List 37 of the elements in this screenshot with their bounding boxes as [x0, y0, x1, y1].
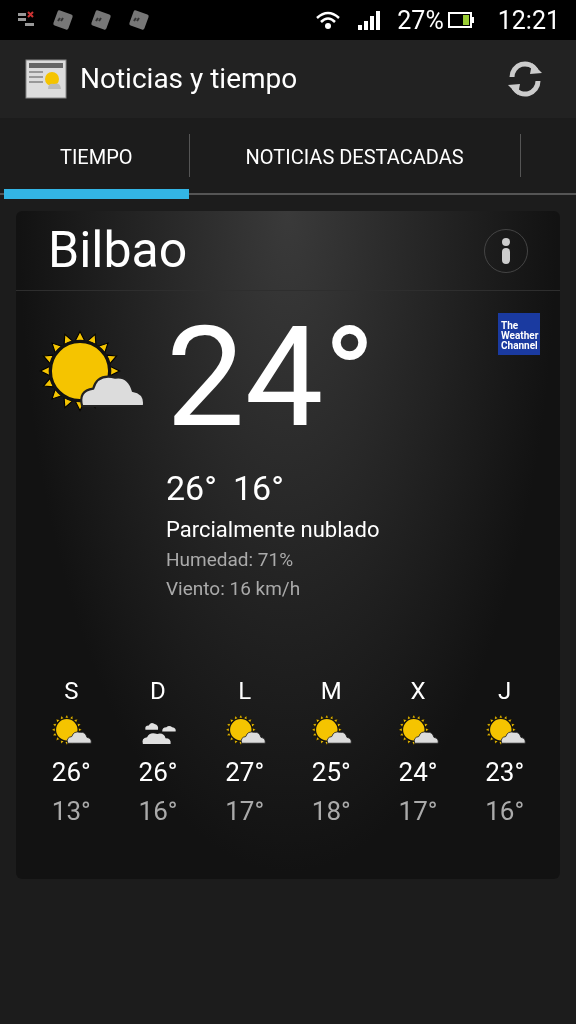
- forecast-low: 16°: [138, 794, 178, 828]
- forecast-day: S: [64, 673, 79, 709]
- forecast-high: 26°: [51, 755, 91, 789]
- condition-text: Parcialmente nublado: [166, 516, 381, 544]
- forecast-high: 26°: [138, 755, 178, 789]
- forecast-low: 13°: [51, 794, 91, 828]
- newspaper-icon: [24, 57, 68, 101]
- forecast-day: X: [410, 673, 426, 709]
- app-title: Noticias y tiempo: [80, 61, 299, 97]
- high-temperature: 26°: [166, 471, 217, 505]
- forecast-day: M: [320, 673, 342, 709]
- refresh-icon: [506, 60, 544, 98]
- low-temperature: 16°: [232, 471, 284, 505]
- wifi-icon: [315, 9, 342, 31]
- humidity-text: Humedad: 71%: [166, 547, 295, 573]
- forecast-high: 24°: [398, 755, 438, 789]
- clock: 12:21: [497, 7, 560, 33]
- provider-logo: The Weather Channel: [498, 313, 540, 355]
- tab[interactable]: TIEMPO: [4, 124, 189, 199]
- signal-icon: [357, 9, 382, 31]
- tab[interactable]: NOTICIAS DESTACADAS: [189, 124, 520, 199]
- forecast-high: 27°: [225, 755, 265, 789]
- current-temperature: 24°: [166, 307, 377, 447]
- wind-text: Viento: 16 km/h: [166, 575, 302, 602]
- battery-percent: 27%: [397, 7, 444, 33]
- forecast-low: 16°: [485, 794, 525, 828]
- forecast-day: L: [238, 673, 252, 709]
- forecast-high: 23°: [485, 755, 525, 789]
- forecast-day: D: [150, 673, 166, 709]
- city-name: Bilbao: [48, 220, 188, 281]
- forecast-low: 17°: [225, 794, 265, 828]
- forecast-high: 25°: [311, 755, 351, 789]
- forecast-day: J: [498, 673, 512, 709]
- forecast-low: 17°: [398, 794, 438, 828]
- forecast-low: 18°: [311, 794, 351, 828]
- battery-icon: [447, 11, 474, 29]
- info-icon: [501, 237, 511, 264]
